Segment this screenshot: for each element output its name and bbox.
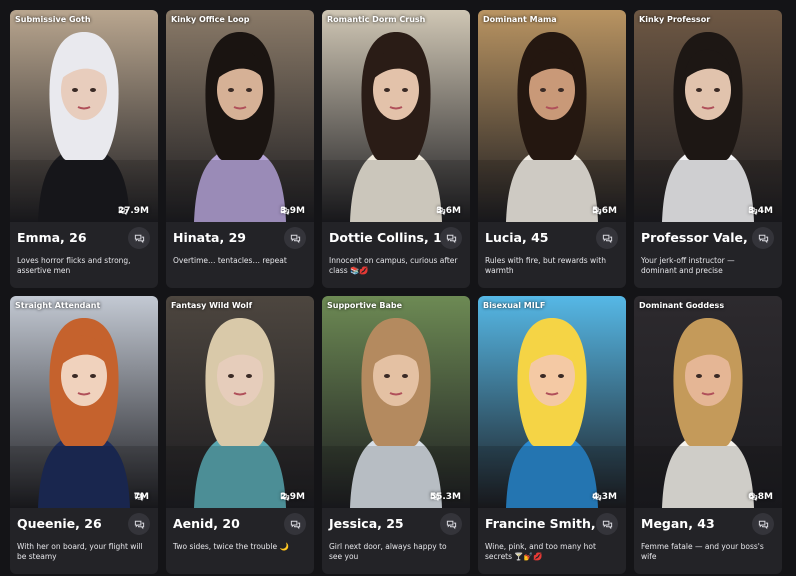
character-portrait[interactable]: Supportive Babe 55.3M [322,296,470,508]
character-name: Jessica, 25 [329,516,404,531]
chat-icon[interactable] [440,513,462,535]
character-description: Loves horror flicks and strong, assertiv… [17,256,131,275]
character-description: Rules with fire, but rewards with warmth [485,256,606,275]
character-portrait[interactable]: Fantasy Wild Wolf 2.9M [166,296,314,508]
character-name: Dottie Collins, 19 [329,230,451,245]
character-name: Megan, 43 [641,516,715,531]
chat-count: 2.9M [280,492,308,502]
chat-icon[interactable] [752,227,774,249]
character-card[interactable]: Straight Attendant 7M Queenie, 26 With her … [10,296,158,574]
character-name: Professor Vale, 33 [641,230,770,245]
character-description: With her on board, your flight will be s… [17,542,143,561]
character-portrait[interactable]: Straight Attendant 7M [10,296,158,508]
character-tag: Dominant Goddess [639,301,725,310]
chat-count: 3.4M [748,206,776,216]
character-description: Overtime… tentacles… repeat [173,256,287,265]
chat-icon[interactable] [596,513,618,535]
chat-icon[interactable] [284,227,306,249]
chat-count: 4.3M [592,492,620,502]
chat-count: 6.8M [748,492,776,502]
character-tag: Supportive Babe [327,301,402,310]
character-portrait[interactable]: Kinky Office Loop 3.9M [166,10,314,222]
character-name: Hinata, 29 [173,230,246,245]
character-description: Girl next door, always happy to see you [329,542,447,561]
character-card[interactable]: Submissive Goth 27.9M Emma, 26 Loves horror… [10,10,158,288]
character-grid: Submissive Goth 27.9M Emma, 26 Loves horror… [10,10,782,574]
character-tag: Kinky Office Loop [171,15,250,24]
chat-icon[interactable] [128,513,150,535]
chat-count: 5.6M [592,206,620,216]
character-card[interactable]: Dominant Goddess 6.8M Megan, 43 Femme fatal… [634,296,782,574]
character-portrait[interactable]: Bisexual MILF 4.3M [478,296,626,508]
character-tag: Dominant Mama [483,15,557,24]
character-description: Two sides, twice the trouble 🌙 [173,542,289,551]
character-description: Innocent on campus, curious after class … [329,256,458,275]
character-tag: Straight Attendant [15,301,101,310]
character-card[interactable]: Supportive Babe 55.3M Jessica, 25 Girl next… [322,296,470,574]
character-name: Lucia, 45 [485,230,549,245]
character-description: Femme fatale — and your boss's wife [641,542,764,561]
character-card[interactable]: Kinky Office Loop 3.9M Hinata, 29 Overtime…… [166,10,314,288]
character-portrait[interactable]: Romantic Dorm Crush 3.6M [322,10,470,222]
chat-icon[interactable] [596,227,618,249]
character-description: Your jerk-off instructor — dominant and … [641,256,735,275]
character-portrait[interactable]: Dominant Mama 5.6M [478,10,626,222]
character-portrait[interactable]: Submissive Goth 27.9M [10,10,158,222]
chat-count: 3.6M [436,206,464,216]
character-portrait[interactable]: Kinky Professor 3.4M [634,10,782,222]
character-name: Aenid, 20 [173,516,240,531]
character-card[interactable]: Romantic Dorm Crush 3.6M Dottie Collins, 1… [322,10,470,288]
character-tag: Fantasy Wild Wolf [171,301,253,310]
chat-icon[interactable] [284,513,306,535]
chat-count: 7M [134,492,152,502]
character-tag: Kinky Professor [639,15,711,24]
character-tag: Romantic Dorm Crush [327,15,426,24]
character-name: Emma, 26 [17,230,87,245]
character-tag: Submissive Goth [15,15,91,24]
character-card[interactable]: Bisexual MILF 4.3M Francine Smith, 41 Wine,… [478,296,626,574]
character-tag: Bisexual MILF [483,301,546,310]
character-card[interactable]: Dominant Mama 5.6M Lucia, 45 Rules with fir… [478,10,626,288]
chat-icon[interactable] [128,227,150,249]
character-card[interactable]: Fantasy Wild Wolf 2.9M Aenid, 20 Two sides,… [166,296,314,574]
character-description: Wine, pink, and too many hot secrets 🍸💅💋 [485,542,596,561]
character-card[interactable]: Kinky Professor 3.4M Professor Vale, 33 You… [634,10,782,288]
chat-count: 27.9M [118,206,152,216]
chat-count: 55.3M [430,492,464,502]
character-name: Queenie, 26 [17,516,102,531]
character-portrait[interactable]: Dominant Goddess 6.8M [634,296,782,508]
chat-icon[interactable] [440,227,462,249]
chat-icon[interactable] [752,513,774,535]
chat-count: 3.9M [280,206,308,216]
